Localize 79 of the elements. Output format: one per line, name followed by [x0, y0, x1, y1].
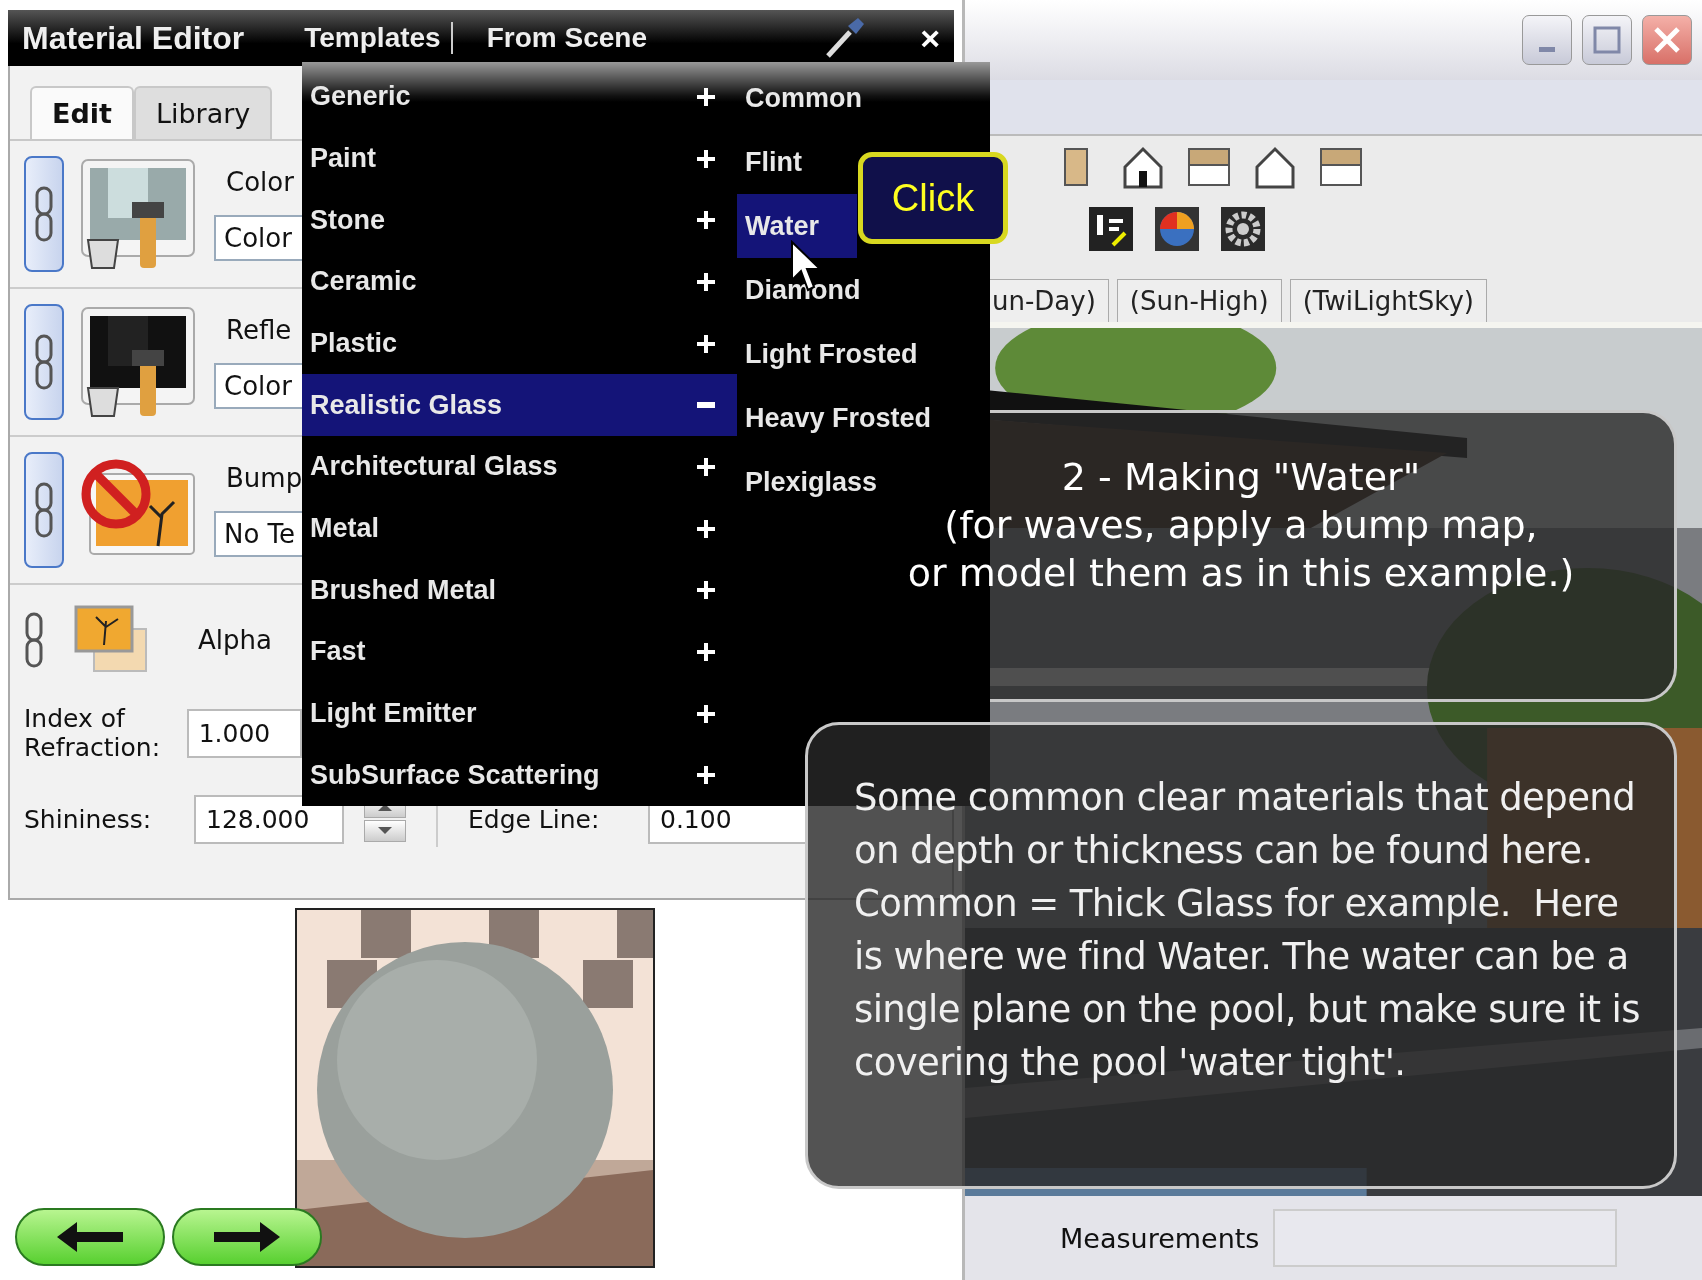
alpha-label: Alpha	[197, 625, 272, 655]
settings-icon[interactable]	[1221, 207, 1265, 251]
tutorial-heading: or model them as in this example.)	[907, 551, 1575, 595]
click-tooltip: Click	[858, 152, 1008, 244]
minimize-button[interactable]	[1522, 15, 1572, 65]
submenu-item[interactable]: Plexiglass	[737, 450, 878, 514]
edge-line-label: Edge Line:	[468, 804, 601, 834]
maximize-icon	[1592, 25, 1622, 55]
submenu-item[interactable]: Heavy Frosted	[737, 386, 932, 450]
submenu-item[interactable]: Common	[737, 66, 862, 130]
tab[interactable]: Edit	[30, 86, 134, 139]
image-stack-icon	[74, 605, 150, 675]
chain-link-icon	[34, 186, 54, 242]
left-arrow-icon	[55, 1220, 125, 1254]
plus-icon	[697, 766, 715, 785]
menu-item[interactable]: Metal	[302, 497, 737, 560]
plus-icon	[697, 457, 715, 476]
menu-item[interactable]: Realistic Glass	[302, 374, 737, 437]
menu-item[interactable]: Light Emitter	[302, 682, 737, 745]
measurements-label: Measurements	[1060, 1222, 1260, 1254]
link-button[interactable]	[24, 156, 64, 272]
menu-item[interactable]: Generic	[302, 66, 737, 128]
measurements-field[interactable]	[1273, 1209, 1618, 1267]
plus-icon	[697, 149, 715, 168]
layers-icon[interactable]	[1089, 207, 1133, 251]
submenu-item[interactable]: Water	[737, 194, 857, 258]
plus-icon	[697, 704, 715, 723]
chain-link-icon	[34, 334, 54, 390]
close-button[interactable]: ×	[920, 18, 940, 58]
tutorial-heading: (for waves, apply a bump map,	[944, 503, 1538, 547]
minimize-icon	[1539, 46, 1555, 52]
chain-link-icon	[34, 482, 54, 538]
plus-icon	[697, 211, 715, 230]
link-button[interactable]	[24, 304, 64, 420]
menu-item[interactable]: From Scene	[476, 22, 657, 54]
refraction-label: Index of Refraction:	[24, 704, 162, 762]
menu-item[interactable]: Paint	[302, 127, 737, 190]
chain-link-icon	[24, 612, 44, 668]
close-button[interactable]	[1642, 15, 1692, 65]
plus-icon	[697, 334, 715, 353]
texture-label: Color	[225, 167, 295, 197]
plus-icon	[697, 87, 715, 106]
back-button[interactable]	[15, 1208, 165, 1266]
tutorial-text: Some common clear materials that depend on depth or thickness can be found here. Common = Thick Glass for example. Here is where we find Water. The water can be a single plane on the pool, but make sure it is covering the pool 'water tight'.	[854, 775, 1641, 1086]
texture-label: Bump	[225, 463, 302, 493]
forward-button[interactable]	[172, 1208, 322, 1266]
texture-field[interactable]: No Te	[214, 511, 302, 557]
shininess-label: Shininess:	[24, 804, 153, 834]
texture-label: Refle	[225, 315, 293, 345]
color-wheel-icon[interactable]	[1155, 207, 1199, 251]
texture-field[interactable]: Color	[214, 215, 302, 261]
plus-icon	[697, 581, 715, 600]
tab[interactable]: Library	[133, 86, 273, 139]
plus-icon	[697, 519, 715, 538]
menu-item[interactable]: Ceramic	[302, 251, 737, 313]
right-arrow-icon	[212, 1220, 282, 1254]
panel-title: Material Editor	[22, 19, 245, 57]
down-arrow-icon	[377, 826, 393, 836]
shininess-field[interactable]: 128.000	[194, 794, 344, 844]
menu-item[interactable]: Stone	[302, 189, 737, 251]
tutorial-heading: 2 - Making "Water"	[1061, 455, 1421, 499]
submenu-item[interactable]: Flint	[737, 130, 857, 194]
submenu-item[interactable]: Light Frosted	[737, 322, 918, 386]
scene-tab[interactable]: (Sun-High)	[1116, 279, 1282, 322]
texture-field[interactable]: Color	[214, 363, 302, 409]
refraction-field[interactable]: 1.000	[186, 708, 302, 758]
menu-item[interactable]: Fast	[302, 621, 737, 683]
menu-item[interactable]: Brushed Metal	[302, 559, 737, 622]
maximize-button[interactable]	[1582, 15, 1632, 65]
close-icon	[1652, 25, 1682, 55]
submenu-item[interactable]: Diamond	[737, 258, 861, 322]
menu-item[interactable]: Templates	[294, 22, 453, 54]
menu-item[interactable]: Architectural Glass	[302, 436, 737, 498]
plus-icon	[697, 642, 715, 661]
link-button[interactable]	[24, 452, 64, 568]
minus-icon	[697, 402, 715, 409]
plus-icon	[697, 272, 715, 291]
scene-tab[interactable]: (TwiLightSky)	[1289, 279, 1487, 322]
menu-item[interactable]: Plastic	[302, 312, 737, 375]
